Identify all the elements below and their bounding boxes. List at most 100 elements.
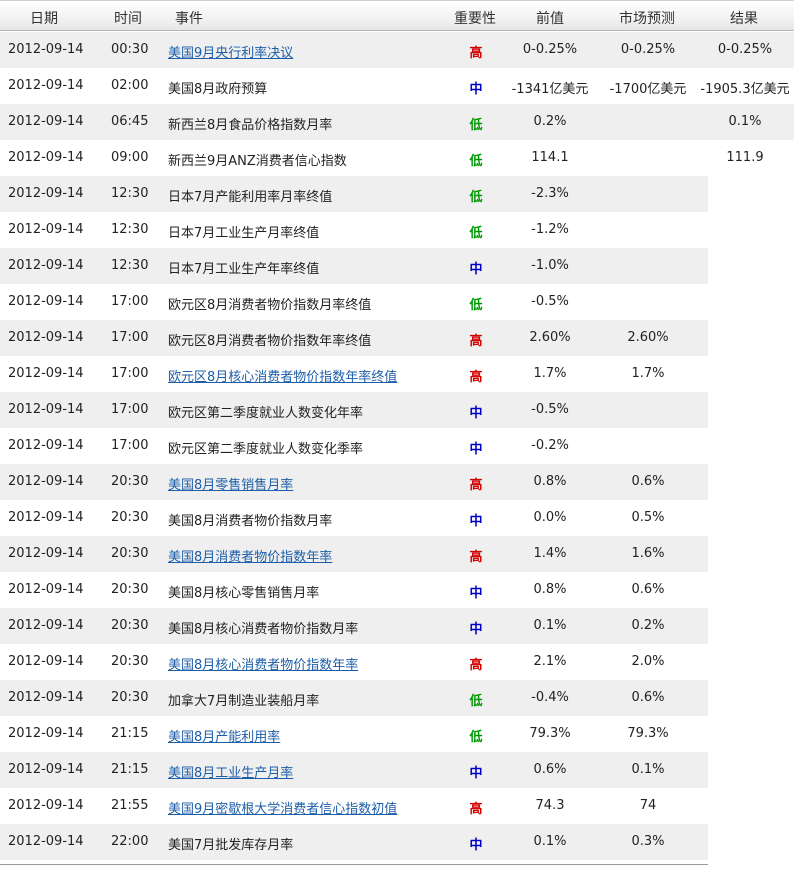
event-name: 美国8月核心零售销售月率 [168, 586, 320, 601]
row-time: 12:30 [111, 258, 149, 273]
row-previous: 1.4% [533, 546, 567, 561]
table-row: 2012-09-14 02:00 美国8月政府预算 中 -1341亿美元 -1700亿美元… [0, 68, 794, 104]
row-previous: 79.3% [529, 726, 571, 741]
table-row: 2012-09-14 17:00 欧元区第二季度就业人数变化季率 中 -0.2% [0, 428, 794, 464]
row-background [0, 212, 708, 248]
row-date: 2012-09-14 [8, 222, 84, 237]
row-forecast: 0.5% [631, 510, 665, 525]
event-name: 新西兰8月食品价格指数月率 [168, 118, 333, 133]
event-link[interactable]: 欧元区8月核心消费者物价指数年率终值 [168, 366, 397, 385]
row-time: 20:30 [111, 654, 149, 669]
row-result: -1905.3亿美元 [700, 82, 790, 97]
event-link[interactable]: 美国8月核心消费者物价指数年率 [168, 654, 358, 673]
event-link[interactable]: 美国8月零售销售月率 [168, 474, 293, 493]
event-link[interactable]: 美国8月工业生产月率 [168, 762, 293, 781]
header-result[interactable]: 结果 [730, 8, 758, 28]
table-header: 日期 时间 事件 重要性 前值 市场预测 结果 [0, 0, 794, 31]
table-row: 2012-09-14 17:00 欧元区8月消费者物价指数年率终值 高 2.60% 2.6… [0, 320, 794, 356]
header-importance[interactable]: 重要性 [454, 8, 496, 28]
row-previous: 0.1% [533, 834, 567, 849]
row-result: 111.9 [726, 150, 764, 165]
row-date: 2012-09-14 [8, 690, 84, 705]
row-date: 2012-09-14 [8, 114, 84, 129]
row-previous: 2.60% [529, 330, 571, 345]
event-name: 欧元区第二季度就业人数变化年率 [168, 406, 364, 421]
header-previous[interactable]: 前值 [536, 8, 564, 28]
row-time: 21:15 [111, 726, 149, 741]
row-date: 2012-09-14 [8, 438, 84, 453]
table-row: 2012-09-14 20:30 美国8月消费者物价指数年率 高 1.4% 1.6% [0, 536, 794, 572]
row-date: 2012-09-14 [8, 150, 84, 165]
event-name: 日本7月工业生产月率终值 [168, 226, 320, 241]
row-time: 20:30 [111, 474, 149, 489]
importance-badge: 中 [469, 82, 483, 97]
table-row: 2012-09-14 21:55 美国9月密歇根大学消费者信心指数初值 高 74.3 74 [0, 788, 794, 824]
row-previous: -1.2% [531, 222, 569, 237]
importance-badge: 中 [469, 514, 483, 529]
header-time[interactable]: 时间 [114, 8, 142, 28]
table-row: 2012-09-14 17:00 欧元区8月核心消费者物价指数年率终值 高 1.7% 1.… [0, 356, 794, 392]
row-previous: 0.1% [533, 618, 567, 633]
row-result: 0-0.25% [717, 42, 773, 57]
row-time: 20:30 [111, 618, 149, 633]
row-previous: 0-0.25% [522, 42, 578, 57]
event-link[interactable]: 美国9月密歇根大学消费者信心指数初值 [168, 798, 397, 817]
row-date: 2012-09-14 [8, 186, 84, 201]
row-previous: 74.3 [535, 798, 565, 813]
row-forecast: 2.0% [631, 654, 665, 669]
event-name: 日本7月产能利用率月率终值 [168, 190, 333, 205]
row-previous: -1.0% [531, 258, 569, 273]
header-date[interactable]: 日期 [30, 8, 58, 28]
row-time: 17:00 [111, 330, 149, 345]
table-row: 2012-09-14 20:30 美国8月核心消费者物价指数月率 中 0.1% 0.2% [0, 608, 794, 644]
row-date: 2012-09-14 [8, 474, 84, 489]
table-row: 2012-09-14 12:30 日本7月工业生产月率终值 低 -1.2% [0, 212, 794, 248]
table-row: 2012-09-14 09:00 新西兰9月ANZ消费者信心指数 低 114.1 111.… [0, 140, 794, 176]
importance-badge: 中 [469, 838, 483, 853]
event-link[interactable]: 美国8月消费者物价指数年率 [168, 546, 332, 565]
event-name: 美国7月批发库存月率 [168, 838, 294, 853]
table-row: 2012-09-14 20:30 美国8月零售销售月率 高 0.8% 0.6% [0, 464, 794, 500]
table-row: 2012-09-14 00:30 美国9月央行利率决议 高 0-0.25% 0-0.25%… [0, 32, 794, 68]
table-row: 2012-09-14 21:15 美国8月工业生产月率 中 0.6% 0.1% [0, 752, 794, 788]
row-previous: 0.6% [533, 762, 567, 777]
row-date: 2012-09-14 [8, 654, 84, 669]
row-forecast: 0-0.25% [620, 42, 676, 57]
importance-badge: 低 [469, 226, 483, 241]
importance-badge: 高 [469, 46, 483, 61]
importance-badge: 中 [469, 406, 483, 421]
row-background [0, 248, 708, 284]
event-name: 欧元区8月消费者物价指数年率终值 [168, 334, 372, 349]
row-previous: -0.4% [531, 690, 569, 705]
importance-badge: 高 [469, 478, 483, 493]
row-previous: -0.5% [531, 294, 569, 309]
row-time: 17:00 [111, 294, 149, 309]
row-result: 0.1% [728, 114, 762, 129]
row-forecast: 79.3% [627, 726, 669, 741]
event-link[interactable]: 美国8月产能利用率 [168, 726, 280, 745]
row-forecast: 0.1% [631, 762, 665, 777]
importance-badge: 高 [469, 334, 483, 349]
importance-badge: 中 [469, 766, 483, 781]
row-time: 22:00 [111, 834, 149, 849]
row-forecast: 1.6% [631, 546, 665, 561]
importance-badge: 低 [469, 154, 483, 169]
header-forecast[interactable]: 市场预测 [619, 8, 675, 28]
importance-badge: 中 [469, 262, 483, 277]
importance-badge: 高 [469, 550, 483, 565]
row-time: 09:00 [111, 150, 149, 165]
event-name: 美国8月消费者物价指数月率 [168, 514, 333, 529]
row-time: 20:30 [111, 546, 149, 561]
row-time: 20:30 [111, 510, 149, 525]
row-date: 2012-09-14 [8, 546, 84, 561]
row-date: 2012-09-14 [8, 798, 84, 813]
importance-badge: 低 [469, 118, 483, 133]
row-previous: 0.8% [533, 582, 567, 597]
row-forecast: 0.2% [631, 618, 665, 633]
event-link[interactable]: 美国9月央行利率决议 [168, 42, 293, 61]
header-event[interactable]: 事件 [175, 8, 203, 28]
event-name: 欧元区8月消费者物价指数月率终值 [168, 298, 372, 313]
row-time: 20:30 [111, 690, 149, 705]
row-previous: 114.1 [531, 150, 569, 165]
row-time: 17:00 [111, 366, 149, 381]
